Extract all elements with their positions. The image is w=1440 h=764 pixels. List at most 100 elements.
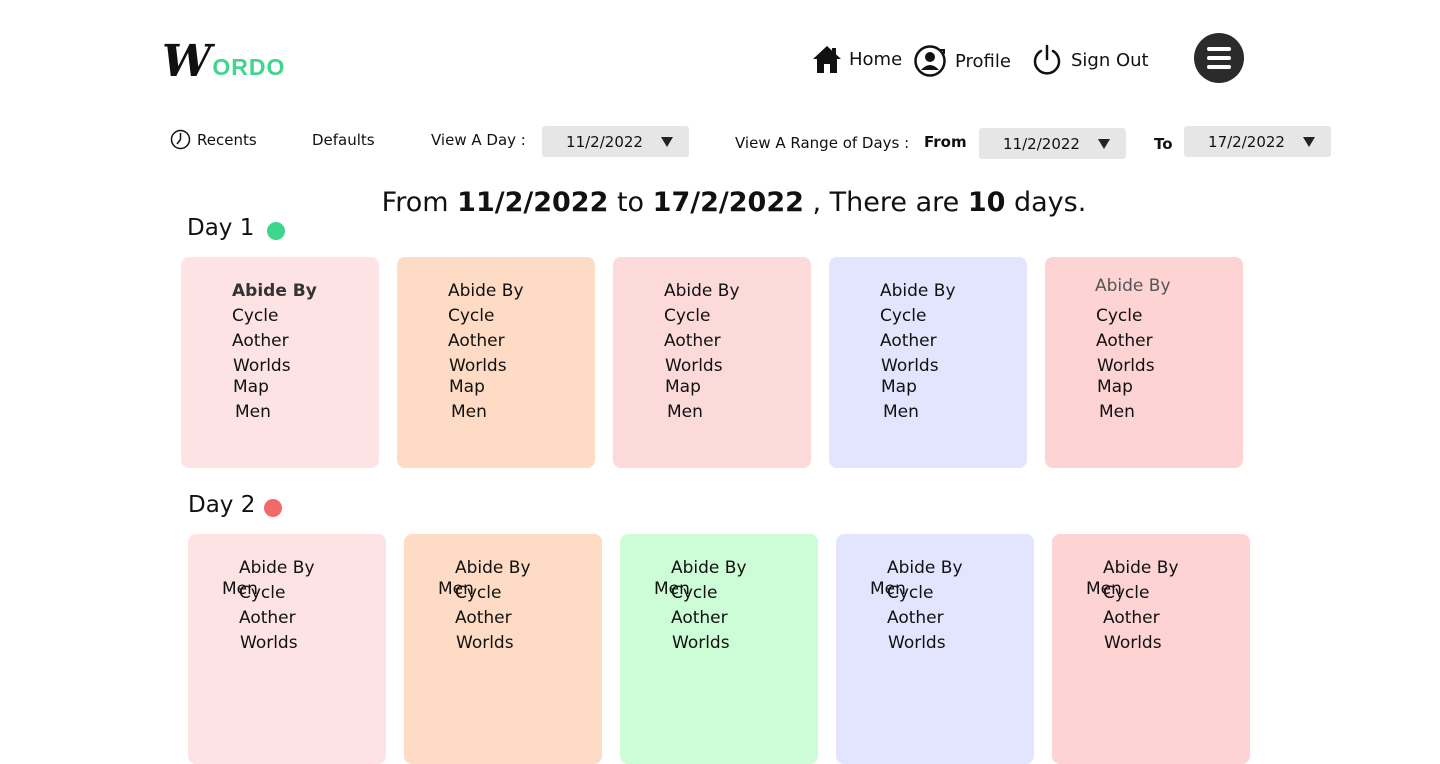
card-line: Aother xyxy=(1103,608,1160,628)
logo-text: ORDO xyxy=(212,54,286,80)
caret-down-icon xyxy=(1098,138,1110,149)
view-day-select[interactable]: 11/2/2022 xyxy=(542,126,689,157)
card-line: Men xyxy=(222,579,258,599)
card-line: Abide By xyxy=(671,558,747,578)
card-line: Worlds xyxy=(881,356,939,376)
defaults-button[interactable]: Defaults xyxy=(312,131,375,149)
card-line: Worlds xyxy=(456,633,514,653)
logo-letter: W xyxy=(162,36,211,87)
card-line: Worlds xyxy=(672,633,730,653)
nav-home[interactable]: Home xyxy=(812,44,902,74)
summary-to: 17/2/2022 xyxy=(652,187,804,218)
card-line: Men xyxy=(235,402,271,422)
from-label: From xyxy=(924,133,967,151)
card-line: Aother xyxy=(239,608,296,628)
card-line: Map xyxy=(881,377,917,397)
day-2-status-dot xyxy=(264,499,282,517)
card-line: Abide By xyxy=(1095,276,1171,296)
menu-line xyxy=(1207,65,1231,69)
card-line: Worlds xyxy=(233,356,291,376)
card-line: Worlds xyxy=(665,356,723,376)
card-line: Abide By xyxy=(664,281,740,301)
card-line: Cycle xyxy=(232,306,279,326)
range-from-select[interactable]: 11/2/2022 xyxy=(979,128,1126,159)
day-2-card[interactable]: Abide By Cycle Aother Worlds Men xyxy=(620,534,818,764)
nav-profile-label: Profile xyxy=(955,50,1011,72)
card-line: Men xyxy=(883,402,919,422)
card-line: Worlds xyxy=(240,633,298,653)
card-line: Men xyxy=(870,579,906,599)
day-1-card[interactable]: Abide By Cycle Aother Worlds Map Men xyxy=(829,257,1027,468)
day-1-status-dot xyxy=(267,222,285,240)
caret-down-icon xyxy=(1303,136,1315,147)
day-1-label: Day 1 xyxy=(187,215,255,241)
summary-from: 11/2/2022 xyxy=(457,187,609,218)
nav-signout-label: Sign Out xyxy=(1071,49,1149,71)
range-to-select[interactable]: 17/2/2022 xyxy=(1184,126,1331,157)
card-line: Men xyxy=(451,402,487,422)
day-1-card[interactable]: Abide By Cycle Aother Worlds Map Men xyxy=(181,257,379,468)
clock-icon xyxy=(170,129,191,150)
card-line: Cycle xyxy=(664,306,711,326)
day-2-card[interactable]: Abide By Cycle Aother Worlds Men xyxy=(404,534,602,764)
nav-signout[interactable]: Sign Out xyxy=(1031,44,1149,76)
view-day-label: View A Day : xyxy=(431,131,526,149)
card-line: Aother xyxy=(448,331,505,351)
card-line: Men xyxy=(1086,579,1122,599)
menu-line xyxy=(1207,47,1231,51)
view-day-value: 11/2/2022 xyxy=(566,132,643,151)
view-range-label: View A Range of Days : xyxy=(735,134,910,152)
card-line: Map xyxy=(665,377,701,397)
card-line: Worlds xyxy=(888,633,946,653)
day-1-card[interactable]: Abide By Cycle Aother Worlds Map Men xyxy=(613,257,811,468)
profile-icon xyxy=(913,44,947,78)
card-line: Men xyxy=(1099,402,1135,422)
card-line: Abide By xyxy=(239,558,315,578)
caret-down-icon xyxy=(661,136,673,147)
card-line: Map xyxy=(449,377,485,397)
day-2-card[interactable]: Abide By Cycle Aother Worlds Men xyxy=(836,534,1034,764)
recents-button[interactable]: Recents xyxy=(170,129,257,150)
card-line: Abide By xyxy=(232,281,317,301)
card-line: Men xyxy=(654,579,690,599)
card-line: Map xyxy=(233,377,269,397)
day-2-card[interactable]: Abide By Cycle Aother Worlds Men xyxy=(1052,534,1250,764)
card-line: Men xyxy=(438,579,474,599)
home-icon xyxy=(812,44,842,74)
card-line: Abide By xyxy=(887,558,963,578)
nav-profile[interactable]: Profile xyxy=(913,44,1011,78)
card-line: Map xyxy=(1097,377,1133,397)
card-line: Abide By xyxy=(455,558,531,578)
card-line: Cycle xyxy=(448,306,495,326)
range-summary: From 11/2/2022 to 17/2/2022 , There are … xyxy=(381,187,1087,218)
logo[interactable]: W ORDO xyxy=(162,36,286,87)
card-line: Aother xyxy=(1096,331,1153,351)
day-2-label: Day 2 xyxy=(188,492,256,518)
summary-count: 10 xyxy=(967,187,1006,218)
card-line: Cycle xyxy=(880,306,927,326)
day-1-card[interactable]: Abide By Cycle Aother Worlds Map Men xyxy=(397,257,595,468)
day-1-card[interactable]: Abide By Cycle Aother Worlds Map Men xyxy=(1045,257,1243,468)
card-line: Worlds xyxy=(1104,633,1162,653)
recents-label: Recents xyxy=(197,130,257,149)
card-line: Aother xyxy=(232,331,289,351)
card-line: Abide By xyxy=(448,281,524,301)
card-line: Cycle xyxy=(1096,306,1143,326)
card-line: Aother xyxy=(887,608,944,628)
card-line: Abide By xyxy=(880,281,956,301)
card-line: Worlds xyxy=(1097,356,1155,376)
power-icon xyxy=(1031,44,1063,76)
hamburger-menu-button[interactable] xyxy=(1194,33,1244,83)
to-label: To xyxy=(1154,135,1173,153)
card-line: Aother xyxy=(671,608,728,628)
day-2-card[interactable]: Abide By Cycle Aother Worlds Men xyxy=(188,534,386,764)
card-line: Abide By xyxy=(1103,558,1179,578)
menu-line xyxy=(1207,56,1231,60)
range-from-value: 11/2/2022 xyxy=(1003,134,1080,153)
nav-home-label: Home xyxy=(849,48,903,70)
card-line: Aother xyxy=(664,331,721,351)
card-line: Worlds xyxy=(449,356,507,376)
card-line: Aother xyxy=(455,608,512,628)
range-to-value: 17/2/2022 xyxy=(1208,132,1285,151)
card-line: Aother xyxy=(880,331,937,351)
